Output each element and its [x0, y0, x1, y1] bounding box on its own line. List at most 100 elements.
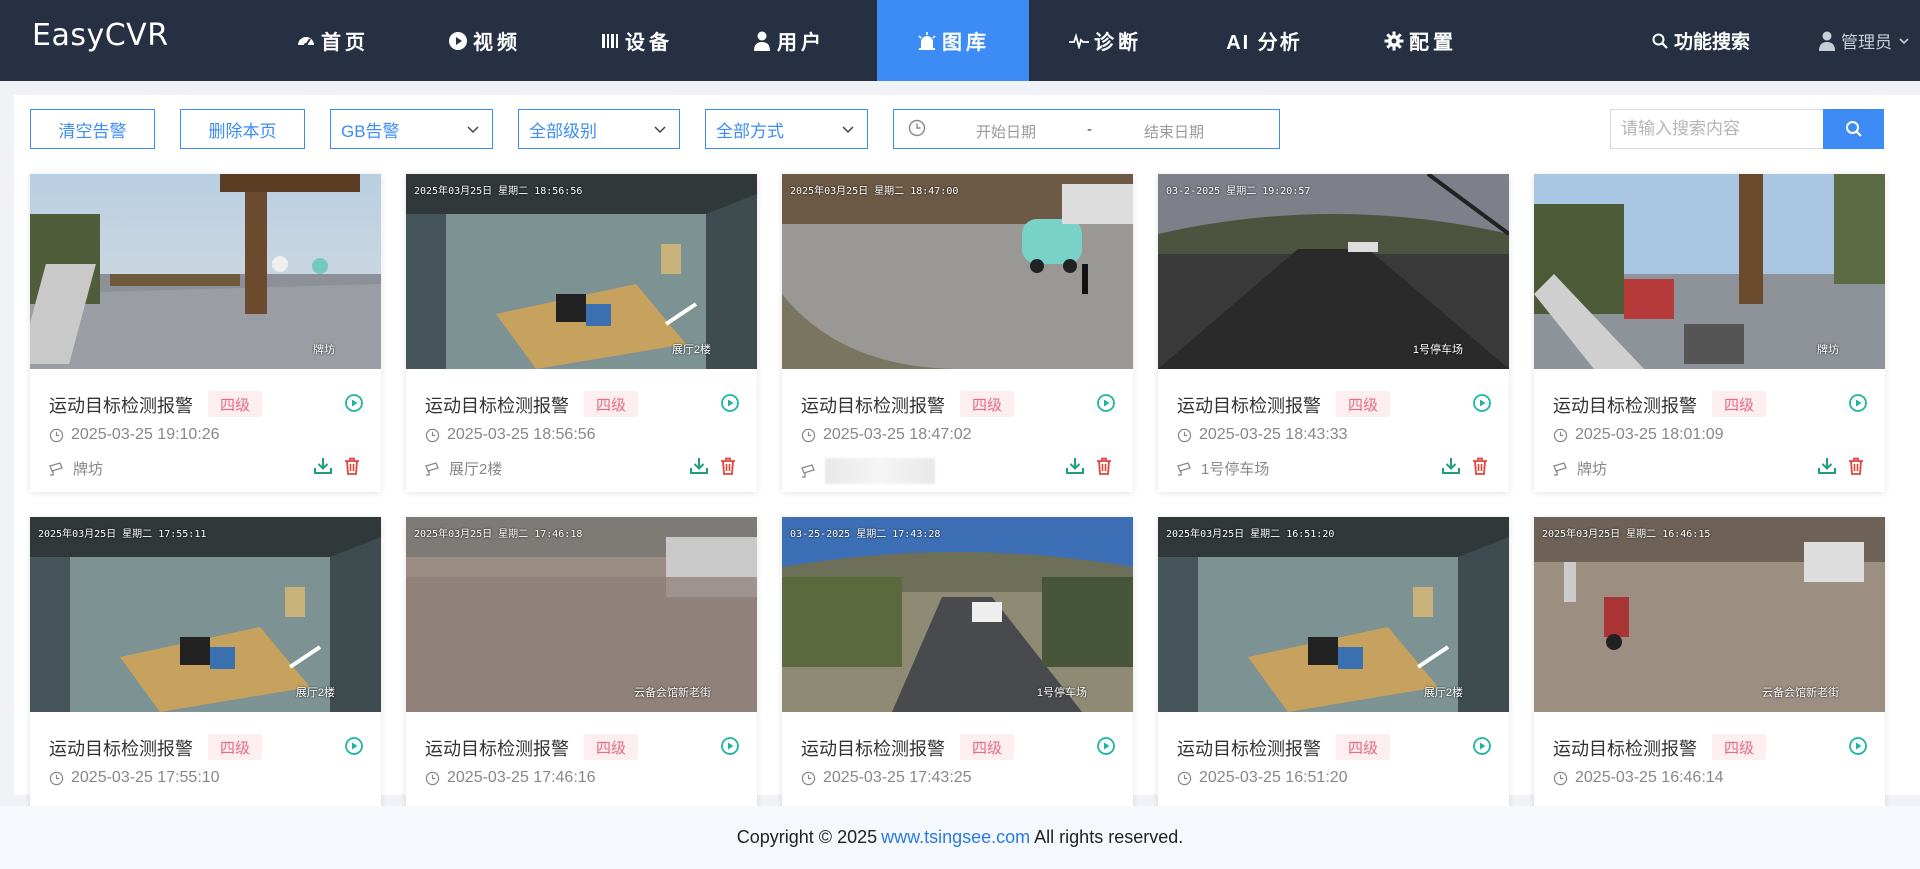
clock-icon: [1177, 771, 1192, 785]
alarm-card[interactable]: 2025年03月25日 星期二 16:46:15 云备会馆新老街 运动目标检测报…: [1534, 517, 1885, 817]
alarm-card[interactable]: 2025年03月25日 星期二 16:51:20 展厅2楼 运动目标检测报警 四…: [1158, 517, 1509, 817]
end-date-input[interactable]: 结束日期: [1144, 121, 1204, 142]
clock-icon: [801, 771, 816, 785]
date-range-picker[interactable]: 开始日期 - 结束日期: [893, 109, 1280, 149]
delete-button[interactable]: [1470, 456, 1490, 476]
clock-icon: [49, 771, 64, 785]
snapshot-image[interactable]: 03-25-2025 星期二 17:43:28 1号停车场: [782, 517, 1133, 712]
company-link[interactable]: www.tsingsee.com: [881, 827, 1030, 848]
chevron-down-icon: [654, 126, 666, 134]
nav-video[interactable]: 视频: [408, 0, 560, 81]
trash-icon: [721, 457, 735, 475]
clock-icon: [908, 119, 926, 137]
download-button[interactable]: [313, 456, 333, 476]
chevron-down-icon: [842, 126, 854, 134]
play-button[interactable]: [1472, 736, 1492, 756]
range-separator: -: [1087, 121, 1092, 138]
search-button[interactable]: [1823, 109, 1884, 149]
level-select[interactable]: 全部级别: [518, 109, 680, 149]
level-badge: 四级: [208, 391, 262, 417]
delete-button[interactable]: [1846, 456, 1866, 476]
card-location: 牌坊: [49, 458, 103, 479]
play-button[interactable]: [1096, 736, 1116, 756]
alarm-card[interactable]: 03-25-2025 星期二 17:43:28 1号停车场 运动目标检测报警 四…: [782, 517, 1133, 817]
trash-icon: [1473, 457, 1487, 475]
snapshot-image[interactable]: 2025年03月25日 星期二 16:51:20 展厅2楼: [1158, 517, 1509, 712]
play-button[interactable]: [344, 736, 364, 756]
card-time-text: 2025-03-25 19:10:26: [71, 426, 220, 443]
level-badge: 四级: [1336, 734, 1390, 760]
play-icon: [345, 737, 363, 755]
trash-icon: [345, 457, 359, 475]
card-time: 2025-03-25 17:43:25: [801, 769, 972, 787]
snapshot-image[interactable]: 2025年03月25日 星期二 18:56:56 展厅2楼: [406, 174, 757, 369]
play-button[interactable]: [1848, 736, 1868, 756]
clock-icon: [1177, 428, 1192, 442]
alarm-card[interactable]: 牌坊 运动目标检测报警 四级 2025-03-25 18:01:09 牌坊: [1534, 174, 1885, 492]
snapshot-image[interactable]: 牌坊: [1534, 174, 1885, 369]
snapshot-osd-timestamp: 2025年03月25日 星期二 17:46:18: [414, 529, 583, 540]
redacted-location: [825, 458, 935, 484]
nav-config[interactable]: 配置: [1344, 0, 1496, 81]
alarm-card[interactable]: 2025年03月25日 星期二 18:47:00 运动目标检测报警 四级 202…: [782, 174, 1133, 492]
search-input[interactable]: [1610, 109, 1823, 149]
snapshot-image[interactable]: 2025年03月25日 星期二 18:47:00: [782, 174, 1133, 369]
download-button[interactable]: [1441, 456, 1461, 476]
delete-button[interactable]: [718, 456, 738, 476]
nav-home[interactable]: 首页: [256, 0, 408, 81]
alarm-card[interactable]: 2025年03月25日 星期二 17:46:18 云备会馆新老街 运动目标检测报…: [406, 517, 757, 817]
clock-icon: [1553, 771, 1568, 785]
snapshot-image[interactable]: 03-2-2025 星期二 19:20:57 1号停车场: [1158, 174, 1509, 369]
delete-button[interactable]: [1094, 456, 1114, 476]
nav-device[interactable]: 设备: [560, 0, 712, 81]
camera-icon: [1177, 461, 1191, 476]
level-badge: 四级: [960, 391, 1014, 417]
nav-config-label: 配置: [1409, 32, 1457, 54]
snapshot-image[interactable]: 2025年03月25日 星期二 16:46:15 云备会馆新老街: [1534, 517, 1885, 712]
nav-diagnose[interactable]: 诊断: [1029, 0, 1181, 81]
play-button[interactable]: [720, 736, 740, 756]
feature-search-label: 功能搜索: [1674, 32, 1751, 53]
play-button[interactable]: [1472, 393, 1492, 413]
snapshot-image[interactable]: 2025年03月25日 星期二 17:46:18 云备会馆新老街: [406, 517, 757, 712]
alarm-icon: [916, 30, 938, 52]
method-select[interactable]: 全部方式: [705, 109, 868, 149]
snapshot-image[interactable]: 2025年03月25日 星期二 17:55:11 展厅2楼: [30, 517, 381, 712]
user-name: 管理员: [1841, 33, 1892, 52]
delete-page-button[interactable]: 删除本页: [180, 109, 305, 149]
card-location: 展厅2楼: [425, 458, 502, 479]
app-logo[interactable]: EasyCVR: [32, 18, 169, 53]
feature-search-link[interactable]: 功能搜索: [1652, 0, 1750, 81]
alarm-card[interactable]: 2025年03月25日 星期二 17:55:11 展厅2楼 运动目标检测报警 四…: [30, 517, 381, 817]
alarm-type-select[interactable]: GB告警: [330, 109, 493, 149]
card-time: 2025-03-25 17:46:16: [425, 769, 596, 787]
alarm-card[interactable]: 03-2-2025 星期二 19:20:57 1号停车场 运动目标检测报警 四级…: [1158, 174, 1509, 492]
snapshot-image[interactable]: 牌坊: [30, 174, 381, 369]
nav-user[interactable]: 用户: [712, 0, 864, 81]
nav-ai-label: AI 分析: [1226, 32, 1302, 54]
user-menu[interactable]: 管理员: [1818, 0, 1910, 81]
device-icon: [599, 30, 621, 52]
download-button[interactable]: [689, 456, 709, 476]
nav-gallery[interactable]: 图库: [877, 0, 1029, 81]
card-time: 2025-03-25 19:10:26: [49, 426, 220, 444]
delete-button[interactable]: [342, 456, 362, 476]
alarm-card[interactable]: 2025年03月25日 星期二 18:56:56 展厅2楼 运动目标检测报警 四…: [406, 174, 757, 492]
play-button[interactable]: [720, 393, 740, 413]
nav-ai[interactable]: AI 分析: [1188, 0, 1340, 81]
copyright-suffix: All rights reserved.: [1034, 827, 1184, 847]
play-button[interactable]: [1848, 393, 1868, 413]
alarm-card[interactable]: 牌坊 运动目标检测报警 四级 2025-03-25 19:10:26 牌坊: [30, 174, 381, 492]
nav-home-label: 首页: [321, 32, 369, 54]
download-icon: [1818, 458, 1836, 474]
clear-alarms-button[interactable]: 清空告警: [30, 109, 155, 149]
search-icon: [1845, 121, 1862, 137]
chevron-down-icon: [1899, 37, 1909, 44]
play-button[interactable]: [1096, 393, 1116, 413]
download-button[interactable]: [1817, 456, 1837, 476]
start-date-input[interactable]: 开始日期: [976, 121, 1036, 142]
card-location: 1号停车场: [1177, 458, 1269, 479]
play-button[interactable]: [344, 393, 364, 413]
card-location-text: 1号停车场: [1201, 461, 1270, 478]
download-button[interactable]: [1065, 456, 1085, 476]
